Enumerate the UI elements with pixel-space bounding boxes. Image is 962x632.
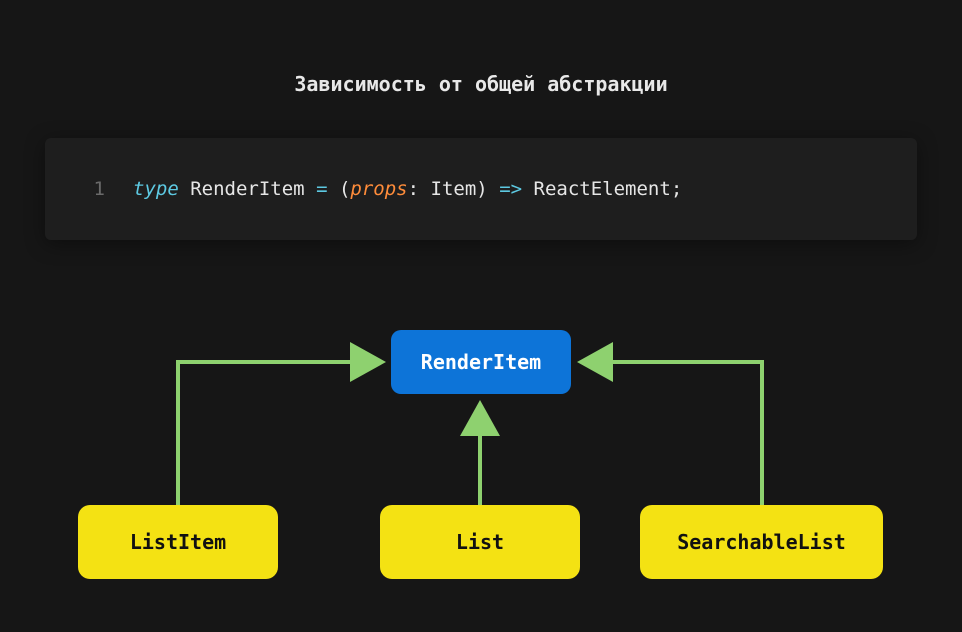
- semicolon: ;: [671, 178, 682, 200]
- keyword-type: type: [133, 178, 179, 200]
- node-list: List: [380, 505, 580, 579]
- diagram-title: Зависимость от общей абстракции: [0, 72, 962, 96]
- type-name: RenderItem: [190, 178, 304, 200]
- return-type: ReactElement: [534, 178, 671, 200]
- diagram-container: RenderItem ListItem List SearchableList: [0, 300, 962, 632]
- arrow-right: [585, 362, 762, 505]
- node-listitem: ListItem: [78, 505, 278, 579]
- colon: :: [408, 178, 419, 200]
- node-searchablelist: SearchableList: [640, 505, 883, 579]
- code-content: type RenderItem = (props: Item) => React…: [133, 178, 682, 200]
- arrow-op: =>: [499, 178, 522, 200]
- code-line: 1 type RenderItem = (props: Item) => Rea…: [75, 178, 887, 200]
- code-block: 1 type RenderItem = (props: Item) => Rea…: [45, 138, 917, 240]
- arrow-left: [178, 362, 378, 505]
- line-number: 1: [75, 178, 105, 200]
- param-name: props: [350, 178, 407, 200]
- node-renderitem: RenderItem: [391, 330, 571, 394]
- param-type: Item: [431, 178, 477, 200]
- close-paren: ): [476, 178, 487, 200]
- equals-op: =: [316, 178, 327, 200]
- open-paren: (: [339, 178, 350, 200]
